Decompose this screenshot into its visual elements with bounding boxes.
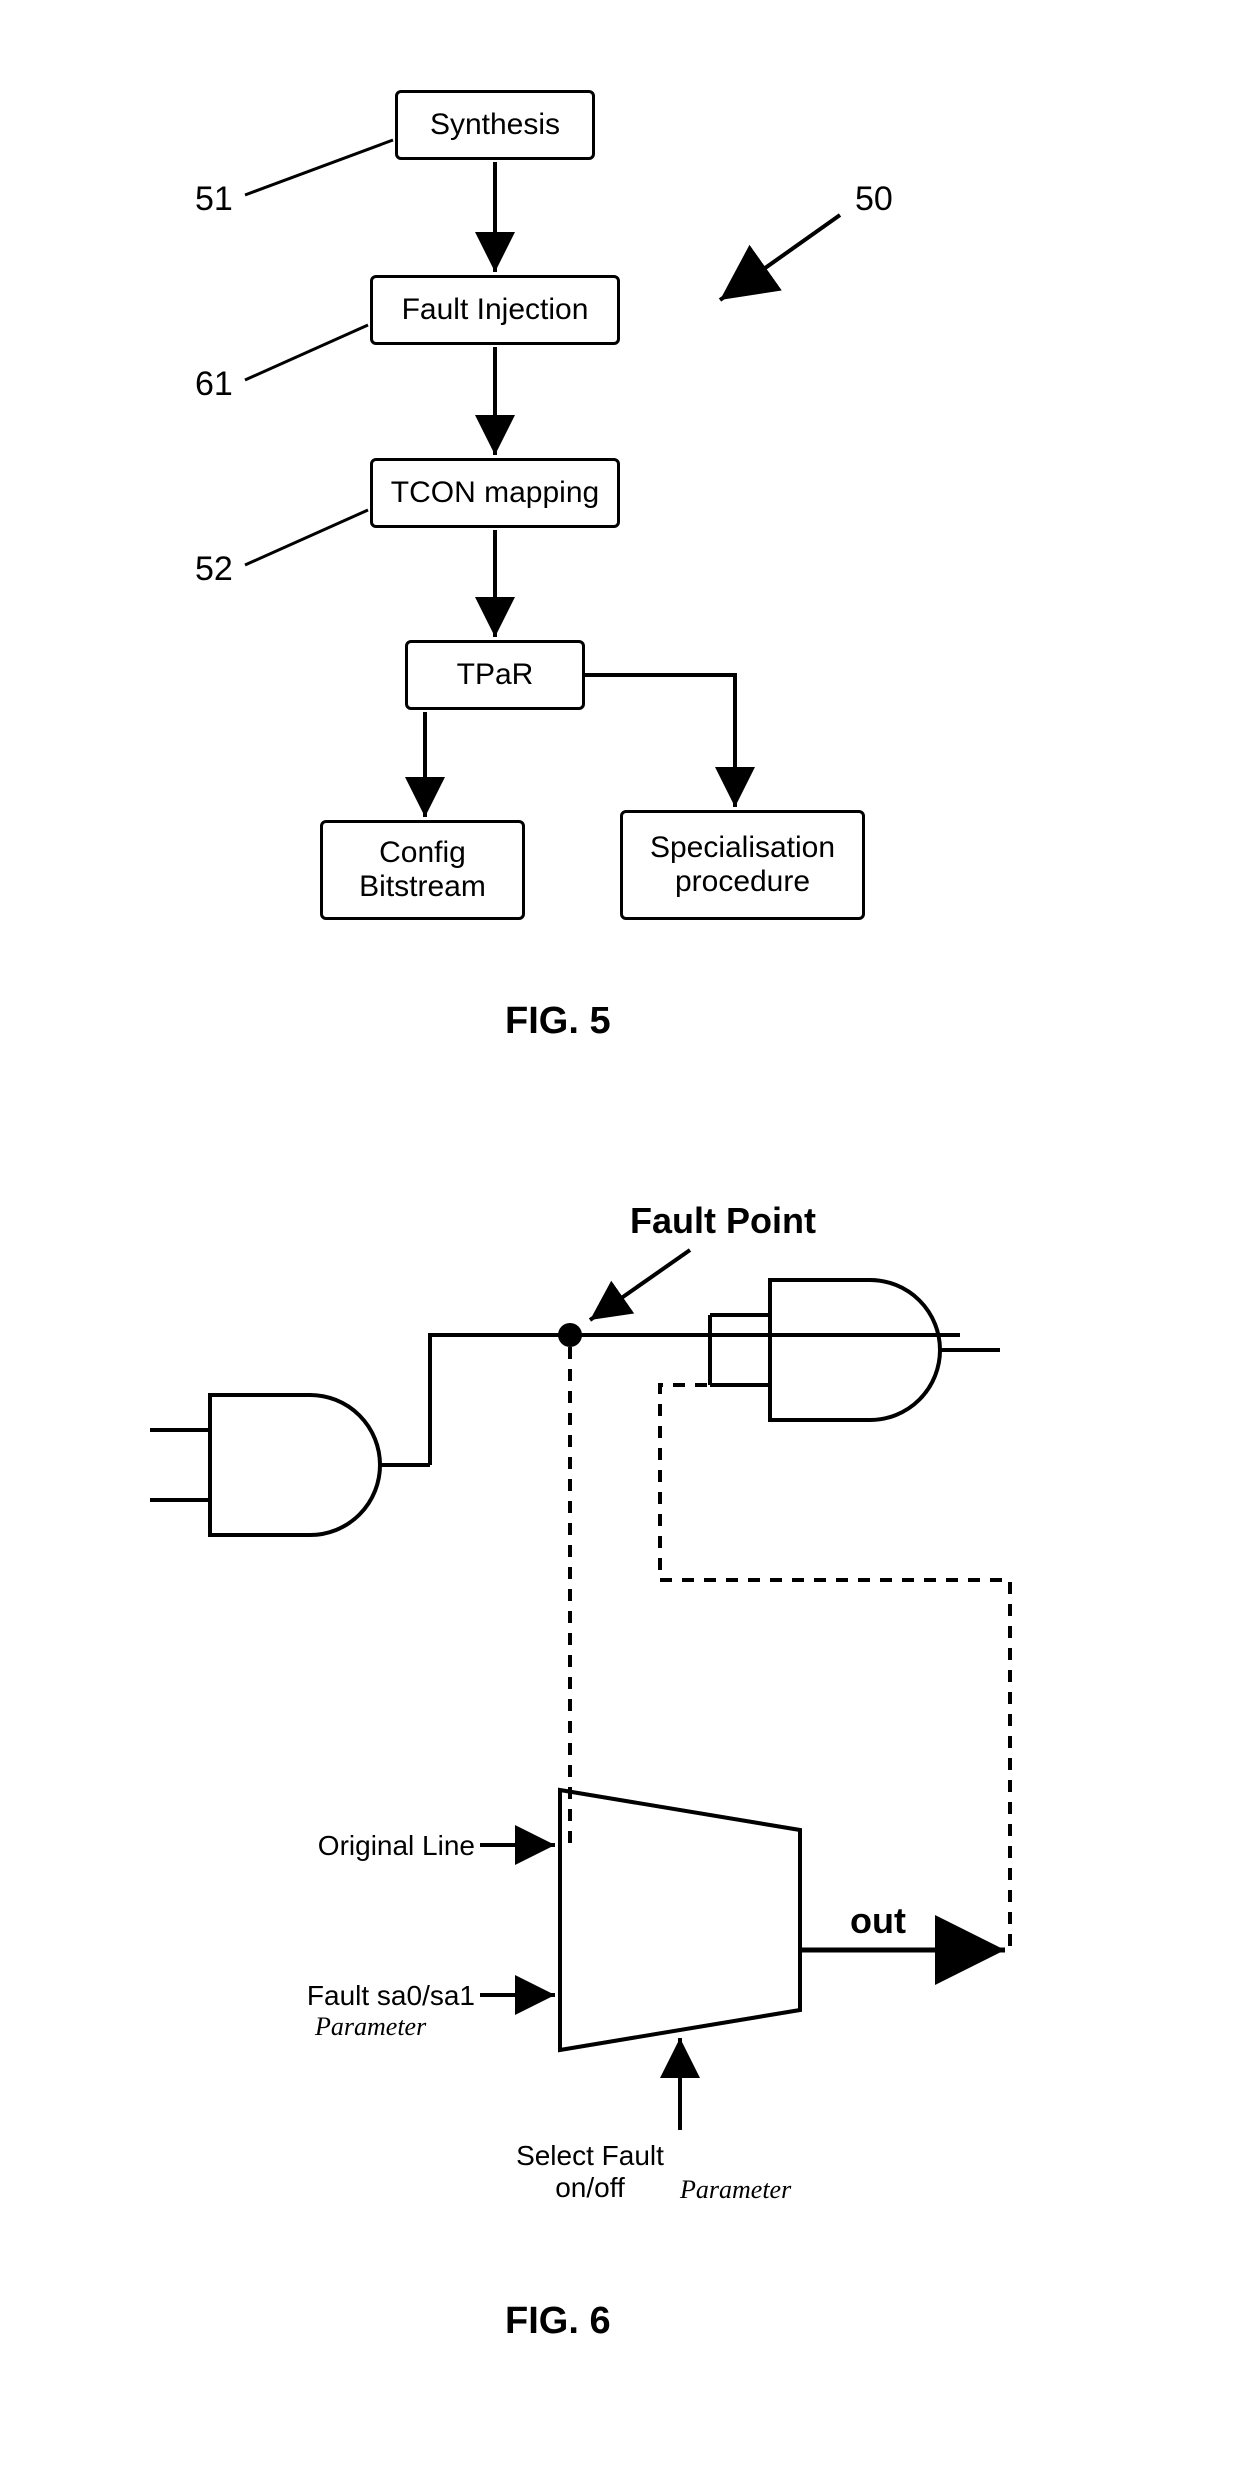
box-synthesis: Synthesis	[395, 90, 595, 160]
parameter1-label: Parameter	[315, 2012, 426, 2042]
fault-point-dot	[558, 1323, 582, 1347]
box-specialisation-label: Specialisation procedure	[650, 831, 835, 899]
box-config-bitstream-label: Config Bitstream	[359, 836, 486, 904]
mux	[560, 1790, 800, 2050]
ref-52: 52	[195, 550, 233, 589]
select-fault-label: Select Fault on/off	[480, 2140, 700, 2204]
parameter2-label: Parameter	[680, 2175, 791, 2205]
fig5-caption: FIG. 5	[505, 1000, 611, 1043]
box-tcon-mapping-label: TCON mapping	[391, 476, 599, 510]
ref-50: 50	[855, 180, 893, 219]
ref-61: 61	[195, 365, 233, 404]
diagram-svg	[0, 0, 1240, 2487]
original-line-label: Original Line	[275, 1830, 475, 1862]
box-specialisation: Specialisation procedure	[620, 810, 865, 920]
box-tpar-label: TPaR	[457, 658, 534, 692]
box-synthesis-label: Synthesis	[430, 108, 560, 142]
fault-sa-label: Fault sa0/sa1	[275, 1980, 475, 2012]
box-tcon-mapping: TCON mapping	[370, 458, 620, 528]
box-tpar: TPaR	[405, 640, 585, 710]
box-fault-injection: Fault Injection	[370, 275, 620, 345]
and-gate-right	[710, 1280, 1000, 1420]
fig6-caption: FIG. 6	[505, 2300, 611, 2343]
fault-point-label: Fault Point	[630, 1200, 816, 1242]
box-fault-injection-label: Fault Injection	[402, 293, 589, 327]
out-label: out	[850, 1900, 906, 1942]
page: Synthesis Fault Injection TCON mapping T…	[0, 0, 1240, 2487]
ref-51: 51	[195, 180, 233, 219]
box-config-bitstream: Config Bitstream	[320, 820, 525, 920]
and-gate-left	[150, 1395, 430, 1535]
